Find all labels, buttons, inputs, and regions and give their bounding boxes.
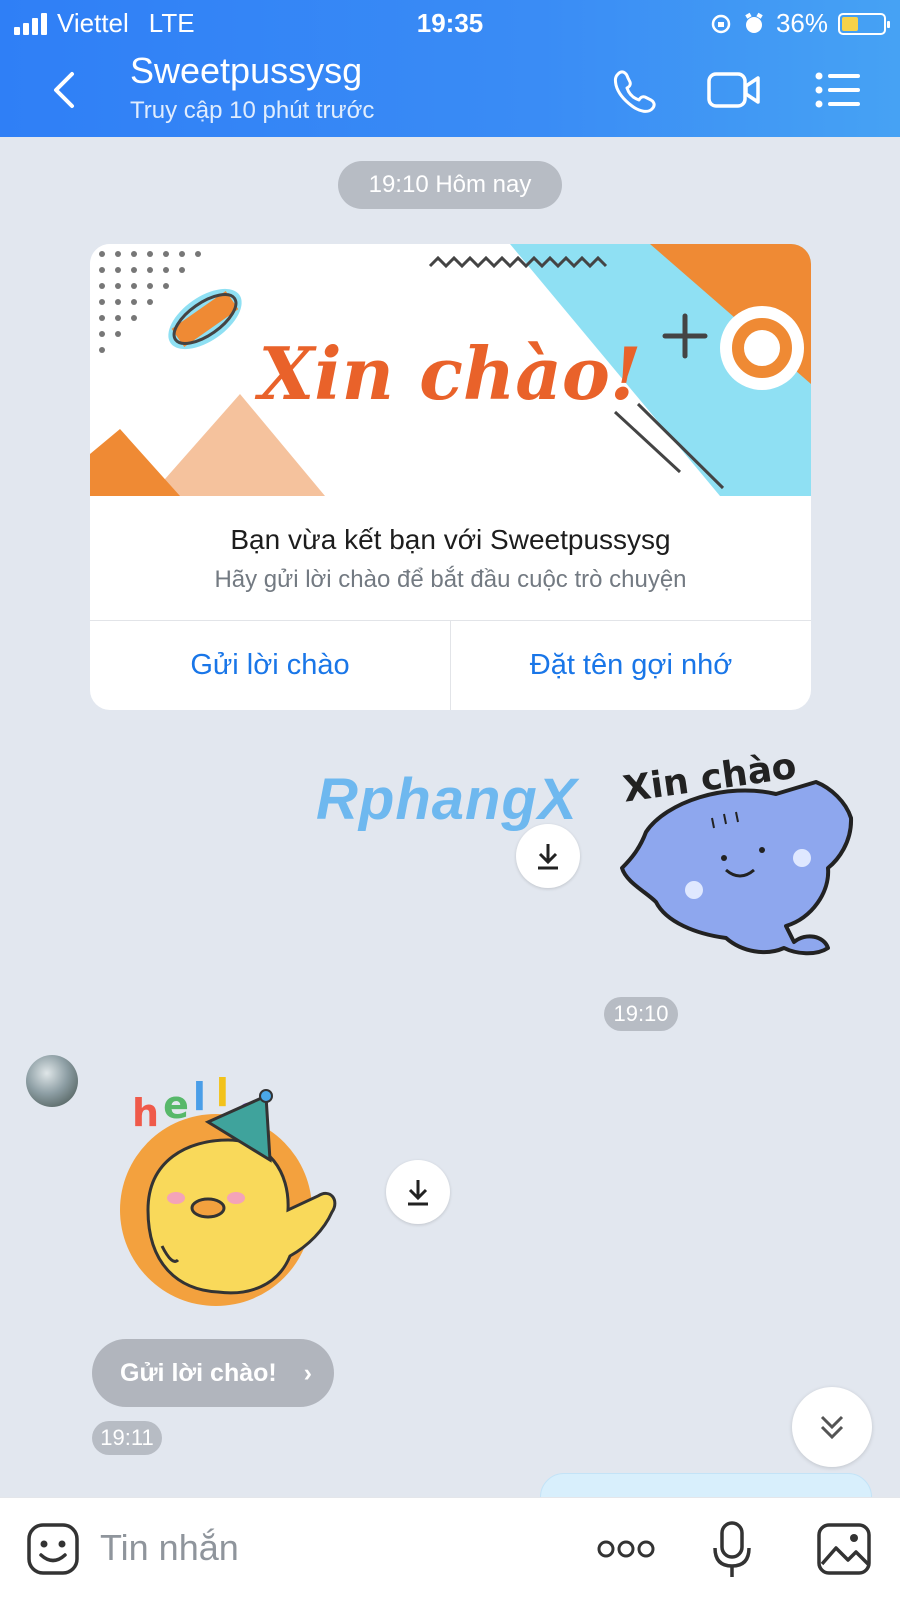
scroll-to-bottom-button[interactable] [792, 1387, 872, 1467]
chick-sticker[interactable]: hello [118, 1060, 348, 1310]
back-icon[interactable] [46, 68, 86, 112]
new-friend-card: Xin chào! Bạn vừa kết bạn với Sweetpussy… [90, 244, 811, 710]
message-time: 19:11 [92, 1421, 162, 1455]
battery-icon [838, 12, 890, 35]
status-bar: Viettel LTE 19:35 36% [0, 8, 900, 38]
avatar[interactable] [26, 1055, 78, 1107]
send-greeting-button[interactable]: Gửi lời chào [90, 620, 450, 710]
rotation-lock-icon [711, 14, 731, 33]
download-sticker-button[interactable] [516, 824, 580, 888]
message-input[interactable] [100, 1520, 560, 1576]
cat-sticker[interactable]: Xin chào [616, 742, 856, 972]
download-icon [408, 1180, 428, 1206]
video-camera-icon[interactable] [706, 66, 762, 114]
download-icon [538, 844, 558, 870]
chevron-right-icon: › [303, 1359, 312, 1387]
card-subtitle: Hãy gửi lời chào để bắt đầu cuộc trò chu… [214, 566, 687, 593]
alarm-icon [745, 12, 763, 33]
battery-percent: 36% [775, 8, 828, 38]
more-options-icon[interactable] [596, 1534, 656, 1564]
send-greeting-chip[interactable]: Gửi lời chào! › [92, 1339, 334, 1407]
chat-title[interactable]: Sweetpussysg [130, 50, 362, 92]
phone-icon[interactable] [608, 66, 660, 114]
card-title: Bạn vừa kết bạn với Sweetpussysg [230, 524, 671, 555]
set-nickname-button[interactable]: Đặt tên gợi nhớ [451, 620, 811, 710]
last-seen-status: Truy cập 10 phút trước [130, 97, 375, 124]
date-separator: 19:10 Hôm nay [338, 161, 562, 209]
microphone-icon[interactable] [710, 1520, 754, 1580]
message-composer [0, 1497, 900, 1600]
download-sticker-button[interactable] [386, 1160, 450, 1224]
banner-greeting-text: Xin chào! [254, 331, 641, 416]
double-chevron-down-icon [820, 1415, 844, 1440]
image-gallery-icon[interactable] [816, 1522, 872, 1576]
chat-header: Viettel LTE 19:35 36% Sweetpussysg Truy … [0, 0, 900, 137]
greeting-chip-label: Gửi lời chào! [120, 1359, 277, 1387]
watermark: RphangX [316, 767, 578, 832]
message-time: 19:10 [604, 997, 678, 1031]
sticker-emoji-icon[interactable] [26, 1522, 80, 1576]
list-menu-icon[interactable] [812, 66, 864, 114]
greeting-banner: Xin chào! [90, 244, 811, 496]
